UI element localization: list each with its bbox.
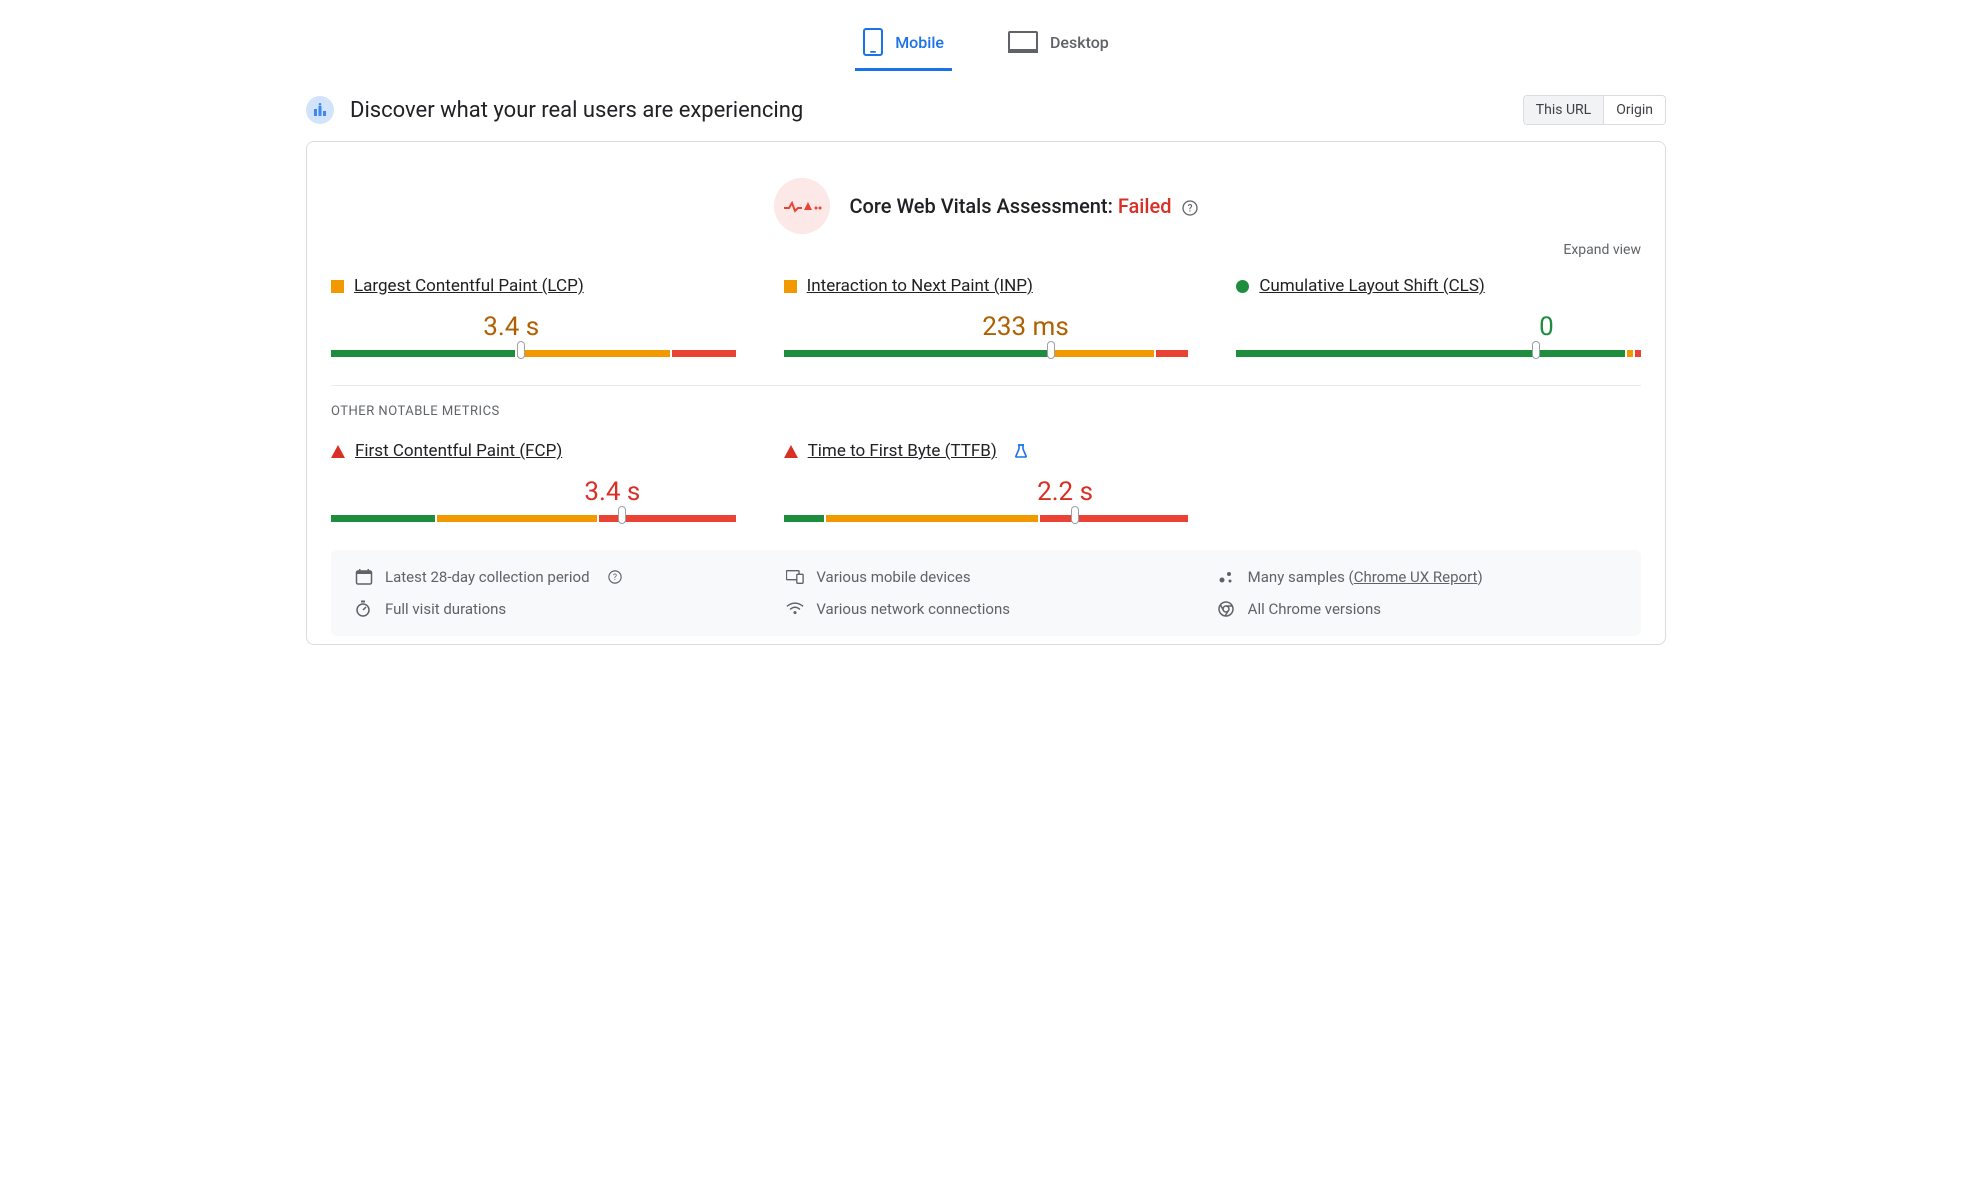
metric-ttfb-value: 2.2 s xyxy=(802,477,1207,507)
tab-desktop-label: Desktop xyxy=(1050,33,1109,52)
percentile-marker xyxy=(1047,341,1055,359)
metric-cls: Cumulative Layout Shift (CLS) 0 xyxy=(1236,276,1641,357)
percentile-marker xyxy=(517,341,525,359)
stopwatch-icon xyxy=(355,600,373,618)
status-warn-icon xyxy=(784,280,797,293)
metric-ttfb-bar xyxy=(784,511,1189,522)
percentile-marker xyxy=(1532,341,1540,359)
help-icon[interactable]: ? xyxy=(1182,200,1198,216)
bar-good xyxy=(1236,350,1625,357)
footer-network: Various network connections xyxy=(816,600,1010,618)
bar-poor xyxy=(1156,350,1188,357)
status-warn-icon xyxy=(331,280,344,293)
metric-lcp-value: 3.4 s xyxy=(349,312,754,342)
calendar-icon xyxy=(355,568,373,586)
bar-good xyxy=(331,350,515,357)
page-title: Discover what your real users are experi… xyxy=(350,98,803,123)
footer-period: Latest 28-day collection period xyxy=(385,568,590,586)
footer-samples: Many samples (Chrome UX Report) xyxy=(1248,568,1483,586)
metric-fcp: First Contentful Paint (FCP) 3.4 s xyxy=(331,441,736,522)
tab-mobile[interactable]: Mobile xyxy=(855,18,952,71)
metric-ttfb-name[interactable]: Time to First Byte (TTFB) xyxy=(808,441,997,461)
metric-cls-name[interactable]: Cumulative Layout Shift (CLS) xyxy=(1259,276,1485,296)
bar-needs-improvement xyxy=(1627,350,1633,357)
device-tabs: Mobile Desktop xyxy=(306,18,1666,71)
metric-lcp: Largest Contentful Paint (LCP) 3.4 s xyxy=(331,276,736,357)
metric-fcp-bar xyxy=(331,511,736,522)
metric-lcp-name[interactable]: Largest Contentful Paint (LCP) xyxy=(354,276,584,296)
scope-this-url[interactable]: This URL xyxy=(1524,96,1603,124)
tab-desktop[interactable]: Desktop xyxy=(1000,18,1117,71)
bar-poor xyxy=(1635,350,1641,357)
metric-fcp-value: 3.4 s xyxy=(349,477,754,507)
bar-good xyxy=(784,515,824,522)
bar-poor xyxy=(672,350,736,357)
crux-logo-icon xyxy=(306,96,334,124)
footer-chrome: All Chrome versions xyxy=(1248,600,1381,618)
svg-text:?: ? xyxy=(1188,203,1193,214)
percentile-marker xyxy=(618,506,626,524)
bar-needs-improvement xyxy=(437,515,597,522)
percentile-marker xyxy=(1071,506,1079,524)
desktop-icon xyxy=(1008,31,1038,53)
bar-good xyxy=(784,350,1048,357)
metric-inp-value: 233 ms xyxy=(802,312,1207,342)
field-data-card: Core Web Vitals Assessment: Failed ? Exp… xyxy=(306,141,1666,645)
metric-inp-name[interactable]: Interaction to Next Paint (INP) xyxy=(807,276,1033,296)
metric-fcp-name[interactable]: First Contentful Paint (FCP) xyxy=(355,441,562,461)
divider xyxy=(331,385,1641,386)
metric-inp-bar xyxy=(784,346,1189,357)
expand-view-button[interactable]: Expand view xyxy=(331,242,1641,258)
status-fail-icon xyxy=(784,445,798,458)
footer-durations: Full visit durations xyxy=(385,600,506,618)
metric-cls-value: 0 xyxy=(1254,312,1659,342)
status-fail-icon xyxy=(331,445,345,458)
other-metrics-label: Other Notable Metrics xyxy=(331,404,1641,419)
bar-needs-improvement xyxy=(826,515,1038,522)
scope-origin[interactable]: Origin xyxy=(1603,96,1665,124)
metric-cls-bar xyxy=(1236,346,1641,357)
devices-icon xyxy=(786,569,804,585)
mobile-icon xyxy=(863,28,883,56)
scatter-icon xyxy=(1218,569,1236,585)
metric-lcp-bar xyxy=(331,346,736,357)
footer-devices: Various mobile devices xyxy=(816,568,970,586)
svg-text:?: ? xyxy=(612,573,616,583)
flask-icon xyxy=(1013,443,1029,459)
assessment-label: Core Web Vitals Assessment: xyxy=(850,194,1113,218)
wifi-icon xyxy=(786,602,804,616)
tab-mobile-label: Mobile xyxy=(895,33,944,52)
metric-inp: Interaction to Next Paint (INP) 233 ms xyxy=(784,276,1189,357)
help-icon[interactable]: ? xyxy=(608,570,622,584)
field-data-footer: Latest 28-day collection period ? Variou… xyxy=(331,550,1641,636)
status-good-icon xyxy=(1236,280,1249,293)
chrome-icon xyxy=(1218,601,1236,617)
metric-ttfb: Time to First Byte (TTFB) 2.2 s xyxy=(784,441,1189,522)
bar-poor xyxy=(1040,515,1188,522)
bar-needs-improvement xyxy=(517,350,669,357)
assessment-text: Core Web Vitals Assessment: Failed ? xyxy=(850,194,1199,218)
assessment-status: Failed xyxy=(1118,194,1172,218)
bar-needs-improvement xyxy=(1050,350,1154,357)
crux-report-link[interactable]: Chrome UX Report xyxy=(1354,568,1478,586)
scope-toggle: This URL Origin xyxy=(1523,95,1666,125)
assessment-status-icon xyxy=(774,178,830,234)
bar-good xyxy=(331,515,435,522)
